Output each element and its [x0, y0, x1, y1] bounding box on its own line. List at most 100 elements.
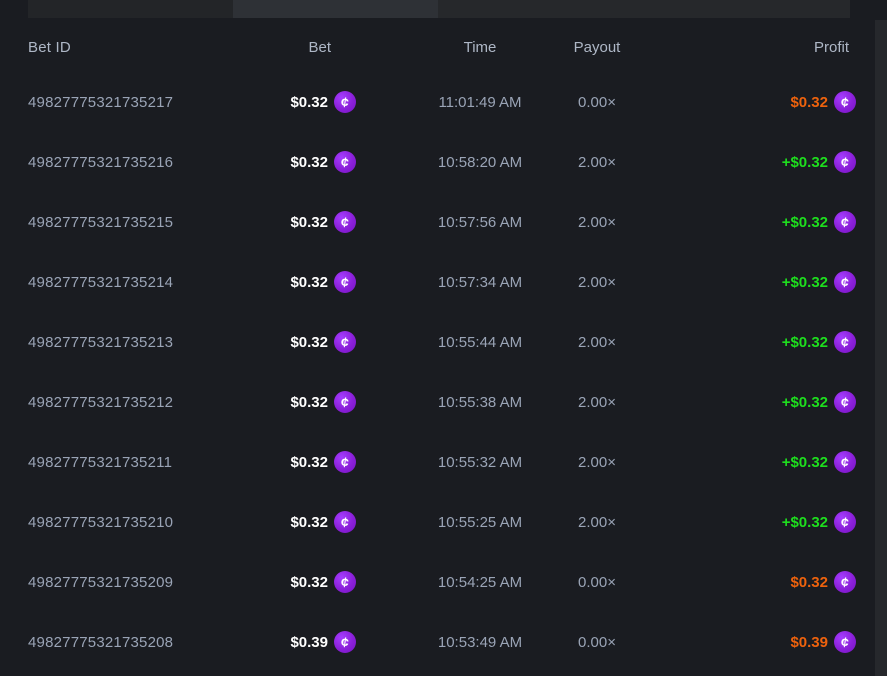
bet-time: 10:57:56 AM [393, 214, 567, 231]
bet-id[interactable]: 49827775321735217 [28, 94, 233, 111]
coin-glyph: ¢ [340, 451, 351, 474]
coin-icon: ¢ [834, 211, 856, 233]
bet-amount-cell: $0.32 ¢ [233, 571, 356, 593]
coin-glyph: ¢ [340, 211, 351, 234]
coin-icon: ¢ [834, 331, 856, 353]
bet-amount-cell: $0.32 ¢ [233, 91, 356, 113]
bet-payout: 2.00× [567, 334, 627, 351]
bet-profit: +$0.32 [782, 514, 828, 531]
bet-payout: 2.00× [567, 394, 627, 411]
coin-icon: ¢ [334, 151, 356, 173]
coin-icon: ¢ [834, 451, 856, 473]
bet-time: 10:54:25 AM [393, 574, 567, 591]
tab-left[interactable] [28, 0, 233, 18]
coin-glyph: ¢ [840, 91, 851, 114]
bet-profit-cell: +$0.32 ¢ [627, 211, 856, 233]
coin-glyph: ¢ [840, 631, 851, 654]
coin-glyph: ¢ [840, 331, 851, 354]
bet-amount-cell: $0.32 ¢ [233, 211, 356, 233]
coin-icon: ¢ [834, 631, 856, 653]
table-row[interactable]: 49827775321735217 $0.32 ¢ 11:01:49 AM 0.… [0, 72, 887, 132]
bet-profit: +$0.32 [782, 274, 828, 291]
bet-amount-cell: $0.32 ¢ [233, 331, 356, 353]
bet-time: 11:01:49 AM [393, 94, 567, 111]
bet-amount-cell: $0.32 ¢ [233, 511, 356, 533]
bet-profit: $0.39 [790, 634, 828, 651]
bet-profit: +$0.32 [782, 214, 828, 231]
table-body: 49827775321735217 $0.32 ¢ 11:01:49 AM 0.… [0, 72, 887, 672]
bet-profit-cell: +$0.32 ¢ [627, 151, 856, 173]
table-row[interactable]: 49827775321735216 $0.32 ¢ 10:58:20 AM 2.… [0, 132, 887, 192]
coin-glyph: ¢ [340, 631, 351, 654]
bet-time: 10:57:34 AM [393, 274, 567, 291]
bet-profit: $0.32 [790, 94, 828, 111]
bet-payout: 2.00× [567, 454, 627, 471]
coin-icon: ¢ [834, 511, 856, 533]
bet-amount-cell: $0.32 ¢ [233, 391, 356, 413]
coin-icon: ¢ [334, 271, 356, 293]
bet-amount-cell: $0.32 ¢ [233, 451, 356, 473]
bet-time: 10:55:38 AM [393, 394, 567, 411]
table-row[interactable]: 49827775321735215 $0.32 ¢ 10:57:56 AM 2.… [0, 192, 887, 252]
bet-payout: 2.00× [567, 154, 627, 171]
bet-profit-cell: $0.39 ¢ [627, 631, 856, 653]
col-header-bet: Bet [233, 39, 356, 56]
coin-glyph: ¢ [340, 91, 351, 114]
bet-payout: 0.00× [567, 94, 627, 111]
coin-icon: ¢ [334, 211, 356, 233]
table-row[interactable]: 49827775321735211 $0.32 ¢ 10:55:32 AM 2.… [0, 432, 887, 492]
bet-profit: +$0.32 [782, 394, 828, 411]
coin-glyph: ¢ [340, 151, 351, 174]
bet-id[interactable]: 49827775321735215 [28, 214, 233, 231]
bet-amount-cell: $0.39 ¢ [233, 631, 356, 653]
table-row[interactable]: 49827775321735209 $0.32 ¢ 10:54:25 AM 0.… [0, 552, 887, 612]
tab-active[interactable] [233, 0, 438, 18]
coin-glyph: ¢ [840, 511, 851, 534]
tab-bar-filler [438, 0, 850, 18]
bet-time: 10:58:20 AM [393, 154, 567, 171]
coin-icon: ¢ [334, 331, 356, 353]
bet-profit-cell: +$0.32 ¢ [627, 331, 856, 353]
bet-payout: 2.00× [567, 214, 627, 231]
bet-id[interactable]: 49827775321735216 [28, 154, 233, 171]
table-row[interactable]: 49827775321735213 $0.32 ¢ 10:55:44 AM 2.… [0, 312, 887, 372]
table-row[interactable]: 49827775321735210 $0.32 ¢ 10:55:25 AM 2.… [0, 492, 887, 552]
bet-id[interactable]: 49827775321735208 [28, 634, 233, 651]
bet-payout: 2.00× [567, 274, 627, 291]
bet-id[interactable]: 49827775321735211 [28, 454, 233, 471]
bet-id[interactable]: 49827775321735209 [28, 574, 233, 591]
bet-profit: +$0.32 [782, 154, 828, 171]
bet-amount: $0.32 [290, 454, 328, 471]
bet-amount: $0.32 [290, 94, 328, 111]
bet-amount: $0.32 [290, 154, 328, 171]
bet-profit: +$0.32 [782, 334, 828, 351]
bet-payout: 2.00× [567, 514, 627, 531]
col-header-time: Time [393, 39, 567, 56]
bet-profit: +$0.32 [782, 454, 828, 471]
coin-icon: ¢ [334, 391, 356, 413]
bet-id[interactable]: 49827775321735214 [28, 274, 233, 291]
coin-glyph: ¢ [840, 151, 851, 174]
coin-icon: ¢ [834, 91, 856, 113]
bet-profit-cell: $0.32 ¢ [627, 571, 856, 593]
coin-glyph: ¢ [840, 451, 851, 474]
coin-icon: ¢ [334, 451, 356, 473]
bet-amount: $0.32 [290, 274, 328, 291]
table-row[interactable]: 49827775321735208 $0.39 ¢ 10:53:49 AM 0.… [0, 612, 887, 672]
bet-profit-cell: +$0.32 ¢ [627, 391, 856, 413]
table-row[interactable]: 49827775321735214 $0.32 ¢ 10:57:34 AM 2.… [0, 252, 887, 312]
table-row[interactable]: 49827775321735212 $0.32 ¢ 10:55:38 AM 2.… [0, 372, 887, 432]
coin-glyph: ¢ [340, 571, 351, 594]
coin-icon: ¢ [834, 271, 856, 293]
bet-id[interactable]: 49827775321735213 [28, 334, 233, 351]
bet-id[interactable]: 49827775321735212 [28, 394, 233, 411]
bet-time: 10:55:25 AM [393, 514, 567, 531]
coin-icon: ¢ [834, 151, 856, 173]
bet-id[interactable]: 49827775321735210 [28, 514, 233, 531]
bet-amount: $0.32 [290, 574, 328, 591]
bet-amount: $0.32 [290, 334, 328, 351]
bet-amount-cell: $0.32 ¢ [233, 151, 356, 173]
col-header-profit: Profit [627, 39, 856, 56]
bet-profit-cell: $0.32 ¢ [627, 91, 856, 113]
coin-icon: ¢ [334, 91, 356, 113]
